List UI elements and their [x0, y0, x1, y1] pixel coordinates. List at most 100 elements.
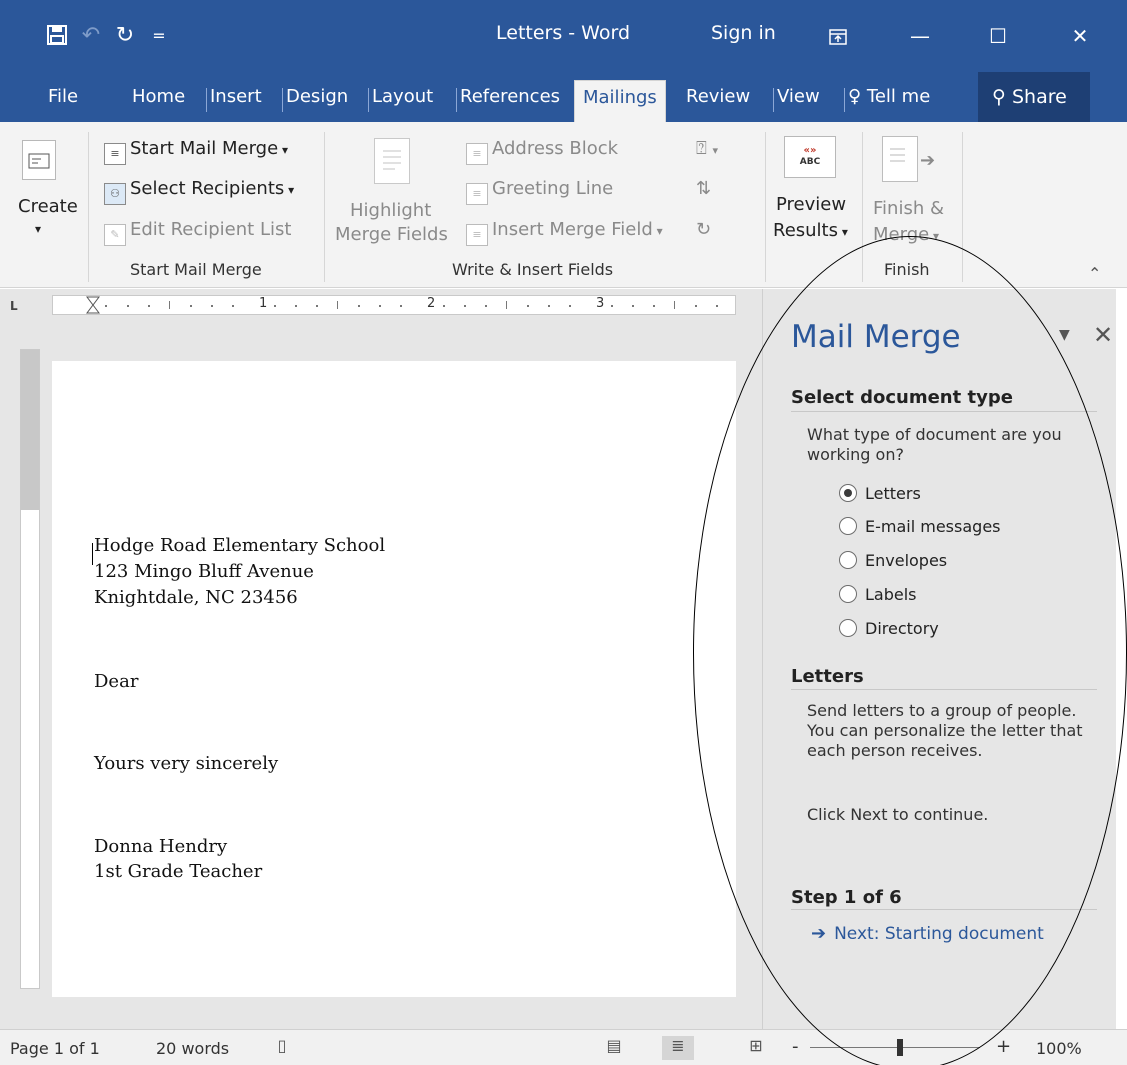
web-layout-icon[interactable]: ⊞	[740, 1036, 772, 1060]
next-hint: Click Next to continue.	[807, 805, 989, 824]
radio-button[interactable]	[839, 551, 857, 569]
select-recipients-button[interactable]: ⚇ Select Recipients ▾	[104, 178, 294, 205]
print-layout-icon[interactable]: ≣	[662, 1036, 694, 1060]
document-area: L 1 2 3 Hodge Road Elementary School 123…	[0, 289, 762, 1029]
zoom-slider-thumb[interactable]	[897, 1039, 903, 1056]
text-cursor	[92, 543, 93, 565]
greeting-line-icon: ≡	[466, 183, 488, 205]
finish-merge-icon[interactable]	[882, 136, 918, 182]
undo-icon[interactable]: ↶	[74, 18, 108, 54]
read-mode-icon[interactable]: ▤	[598, 1036, 630, 1060]
finish-label-1[interactable]: Finish &	[873, 198, 944, 219]
highlight-fields-icon[interactable]	[374, 138, 410, 184]
create-button[interactable]: Create	[18, 196, 78, 217]
close-icon[interactable]: ✕	[1060, 18, 1100, 54]
arrow-right-icon: ➔	[920, 150, 936, 171]
zoom-in-button[interactable]: +	[996, 1036, 1011, 1057]
tell-me-search[interactable]: ♀ Tell me	[843, 82, 931, 122]
edit-recipient-list-button[interactable]: ✎ Edit Recipient List	[104, 219, 291, 246]
tab-layout[interactable]: Layout	[367, 82, 433, 122]
share-button[interactable]: ⚲ Share	[978, 72, 1090, 122]
proofing-icon[interactable]: ▯	[266, 1036, 298, 1060]
finish-merge-button[interactable]: Merge ▾	[873, 224, 939, 245]
status-bar: Page 1 of 1 20 words ▯ ▤ ≣ ⊞ - + 100%	[0, 1029, 1127, 1065]
customize-icon[interactable]: =	[142, 18, 176, 54]
highlight-label-1[interactable]: Highlight	[350, 200, 431, 221]
closing[interactable]: Yours very sincerely	[94, 751, 278, 777]
ribbon-tabs: File Home Insert Design Layout Reference…	[0, 72, 1127, 122]
zoom-slider[interactable]	[810, 1047, 980, 1048]
radio-button-selected[interactable]	[839, 484, 857, 502]
document-page[interactable]: Hodge Road Elementary School 123 Mingo B…	[52, 361, 736, 997]
signer-name[interactable]: Donna Hendry	[94, 834, 227, 860]
next-starting-document-link[interactable]: ➔ Next: Starting document	[811, 923, 1044, 944]
zoom-out-button[interactable]: -	[792, 1036, 799, 1057]
radio-label: Directory	[865, 618, 939, 638]
start-mail-merge-button[interactable]: ≡ Start Mail Merge ▾	[104, 138, 288, 165]
redo-icon[interactable]: ↻	[108, 18, 142, 54]
tab-references[interactable]: References	[455, 82, 560, 122]
radio-email-messages[interactable]: E-mail messages	[839, 515, 1001, 537]
tab-review[interactable]: Review	[686, 82, 750, 122]
preview-results-icon[interactable]: «» ABC	[784, 136, 836, 178]
tab-insert[interactable]: Insert	[206, 82, 262, 122]
preview-label-1[interactable]: Preview	[776, 194, 846, 215]
zoom-level[interactable]: 100%	[1036, 1039, 1082, 1058]
radio-envelopes[interactable]: Envelopes	[839, 549, 947, 571]
update-labels-icon[interactable]: ↻	[696, 219, 711, 240]
tab-file[interactable]: File	[48, 82, 78, 122]
ribbon-display-icon[interactable]	[818, 18, 858, 54]
mail-merge-pane: Mail Merge ▼ ✕ Select document type What…	[762, 289, 1116, 1029]
page-count[interactable]: Page 1 of 1	[10, 1039, 100, 1058]
radio-label: Labels	[865, 584, 917, 604]
create-dropdown-icon[interactable]: ▾	[35, 222, 41, 236]
radio-button[interactable]	[839, 517, 857, 535]
envelope-icon[interactable]	[22, 140, 56, 180]
person-icon: ⚲	[992, 86, 1006, 108]
document-icon: ≡	[104, 143, 126, 165]
signer-title[interactable]: 1st Grade Teacher	[94, 859, 262, 885]
pane-close-icon[interactable]: ✕	[1093, 321, 1113, 349]
salutation[interactable]: Dear	[94, 669, 138, 695]
highlight-label-2[interactable]: Merge Fields	[335, 224, 448, 245]
radio-labels[interactable]: Labels	[839, 583, 917, 605]
tell-me-label: Tell me	[866, 86, 931, 107]
letters-heading: Letters	[791, 666, 864, 687]
tab-stop-icon[interactable]: L	[10, 299, 30, 315]
maximize-icon[interactable]: ☐	[978, 18, 1018, 54]
match-fields-icon[interactable]: ⇅	[696, 178, 711, 199]
pane-options-icon[interactable]: ▼	[1059, 327, 1070, 343]
pane-title: Mail Merge	[791, 319, 961, 355]
minimize-icon[interactable]: —	[900, 18, 940, 54]
radio-label: Envelopes	[865, 550, 948, 570]
tab-view[interactable]: View	[773, 82, 820, 122]
radio-letters[interactable]: Letters	[839, 482, 921, 504]
radio-button[interactable]	[839, 619, 857, 637]
tab-home[interactable]: Home	[132, 82, 185, 122]
sign-in-link[interactable]: Sign in	[711, 22, 776, 44]
rules-icon[interactable]: ⍰ ▾	[696, 138, 718, 159]
radio-button[interactable]	[839, 585, 857, 603]
preview-results-button[interactable]: Results ▾	[773, 220, 848, 241]
group-label-finish: Finish	[884, 260, 930, 279]
address-line-1[interactable]: Hodge Road Elementary School	[94, 533, 385, 559]
letters-description: Send letters to a group of people. You c…	[807, 701, 1083, 760]
save-icon[interactable]	[40, 18, 74, 54]
address-line-3[interactable]: Knightdale, NC 23456	[94, 585, 298, 611]
horizontal-ruler[interactable]: 1 2 3	[52, 295, 736, 315]
edit-list-icon: ✎	[104, 224, 126, 246]
tab-design[interactable]: Design	[281, 82, 348, 122]
select-document-type-heading: Select document type	[791, 387, 1013, 408]
ruler-mark: 2	[427, 296, 436, 311]
address-line-2[interactable]: 123 Mingo Bluff Avenue	[94, 559, 314, 585]
radio-directory[interactable]: Directory	[839, 617, 939, 639]
word-count[interactable]: 20 words	[156, 1039, 229, 1058]
address-block-button[interactable]: ≡ Address Block	[466, 138, 618, 165]
collapse-ribbon-icon[interactable]: ⌃	[1088, 264, 1101, 283]
insert-merge-field-button[interactable]: ≡ Insert Merge Field ▾	[466, 219, 663, 246]
next-link-label: Next: Starting document	[834, 923, 1044, 944]
greeting-line-button[interactable]: ≡ Greeting Line	[466, 178, 613, 205]
vertical-ruler[interactable]	[20, 349, 40, 989]
ruler-mark: 1	[259, 296, 268, 311]
tab-mailings[interactable]: Mailings	[574, 80, 666, 122]
